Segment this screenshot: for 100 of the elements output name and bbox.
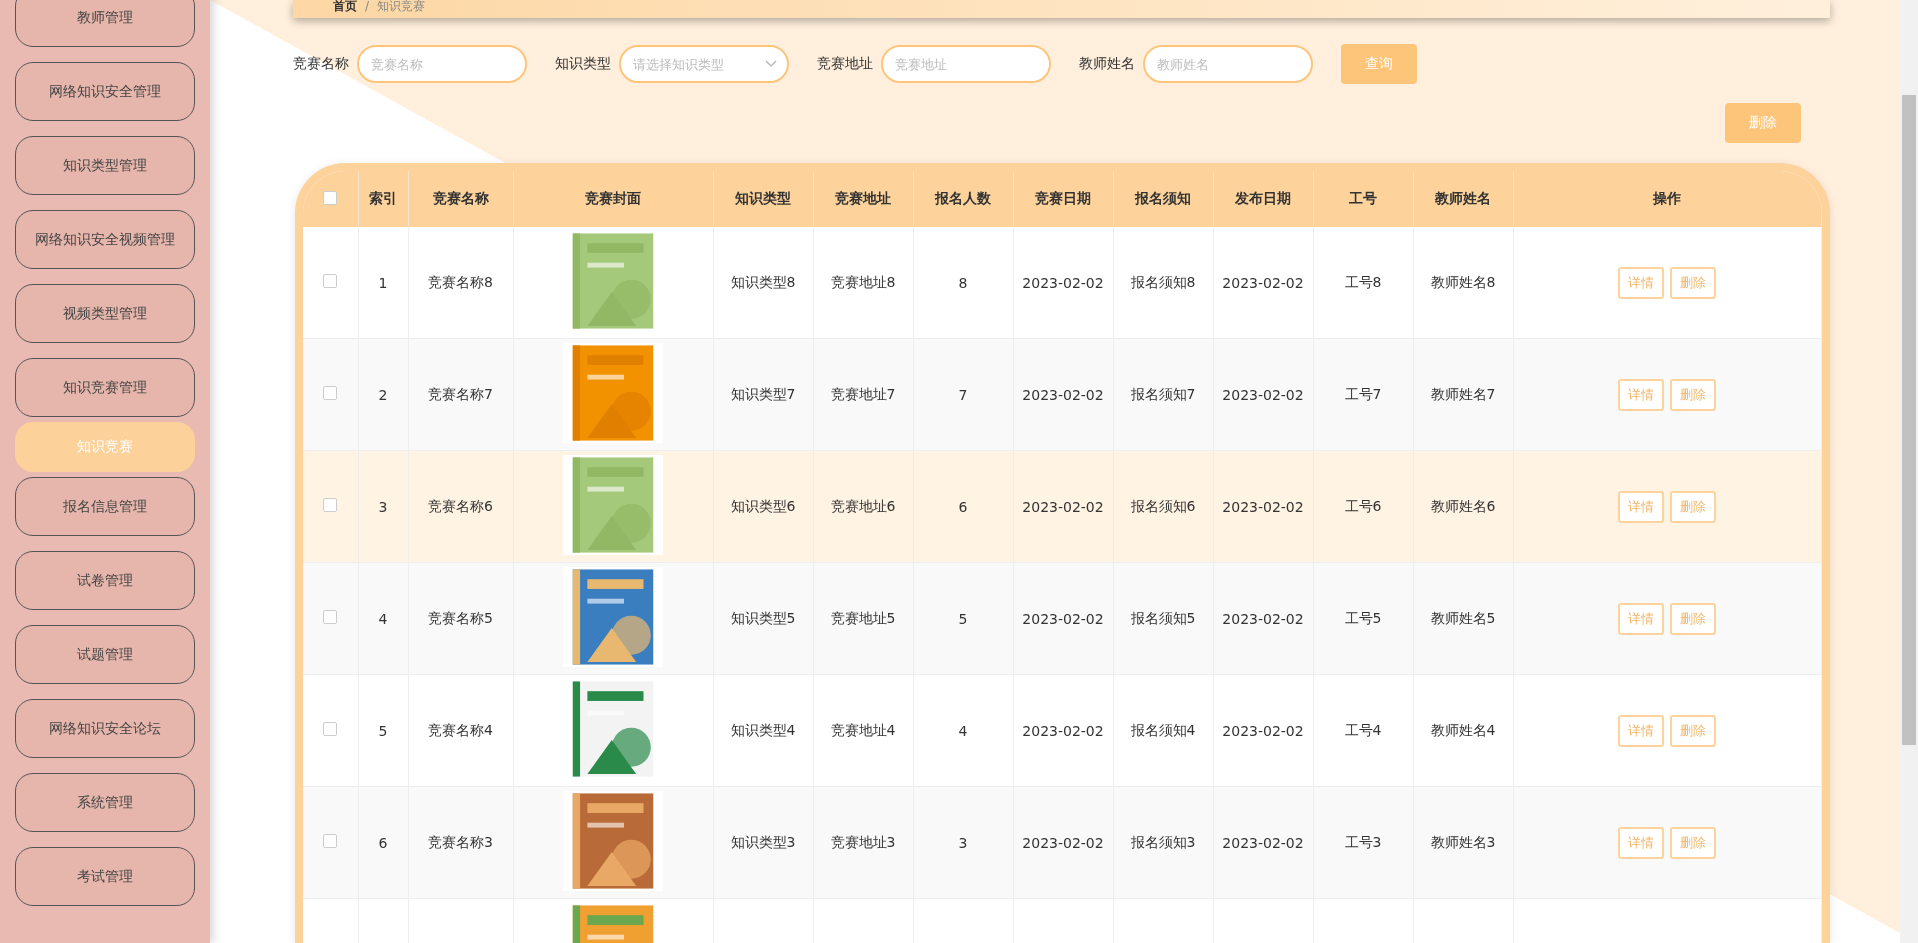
table-cell: 竞赛名称7 [428, 385, 493, 402]
table-cell: 4 [378, 610, 388, 627]
search-field[interactable]: 教师姓名 [1143, 45, 1313, 84]
table-cell: 知识类型5 [730, 609, 796, 626]
checkbox[interactable] [323, 834, 338, 849]
sidebar-item[interactable]: 知识类型管理 [15, 136, 195, 195]
details-button[interactable]: 详情 [1618, 490, 1665, 523]
table-cell: 竞赛名称6 [428, 497, 493, 514]
table-cell: 2023-02-02 [1222, 834, 1304, 851]
table-cell: 报名须知5 [1130, 609, 1196, 626]
details-button[interactable]: 详情 [1618, 602, 1665, 635]
details-button[interactable]: 详情 [1618, 714, 1665, 747]
table-cell: 教师姓名5 [1430, 609, 1496, 626]
details-button[interactable]: 详情 [1618, 826, 1665, 859]
sidebar-item[interactable]: 网络知识安全管理 [15, 62, 195, 121]
table-cell: 知识类型6 [730, 497, 796, 514]
scrollbar[interactable] [1900, 0, 1918, 943]
table-cell: 竞赛地址6 [830, 497, 896, 514]
sidebar-item[interactable]: 报名信息管理 [15, 477, 195, 536]
table-cell: 工号5 [1344, 609, 1382, 626]
table-cell: 竞赛名称3 [428, 833, 493, 850]
table-cell: 竞赛地址3 [830, 833, 896, 850]
table-cell: 5 [958, 610, 968, 627]
table-cell: 2023-02-02 [1022, 610, 1104, 627]
table-cell: 2 [378, 386, 388, 403]
details-button[interactable]: 详情 [1618, 378, 1665, 411]
table-cell: 竞赛地址5 [830, 609, 896, 626]
column-header: 操作 [1513, 171, 1822, 228]
search-field[interactable]: 竞赛名称 [357, 45, 527, 84]
search-field[interactable]: 竞赛地址 [881, 45, 1051, 84]
sidebar-item[interactable]: 系统管理 [15, 773, 195, 832]
details-button[interactable]: 详情 [1618, 266, 1665, 299]
table-cell: 2023-02-02 [1222, 386, 1304, 403]
table-cell: 6 [958, 498, 968, 515]
table-cell: 知识类型8 [730, 273, 796, 290]
table-cell: 工号8 [1344, 273, 1382, 290]
column-header: 竞赛地址 [813, 171, 913, 228]
delete-button[interactable]: 删除 [1725, 103, 1801, 144]
sidebar-item[interactable]: 网络知识安全视频管理 [15, 210, 195, 269]
field-label: 知识类型 [555, 55, 611, 74]
sidebar-item[interactable]: 知识竞赛 [15, 422, 195, 472]
table-cell: 5 [378, 722, 388, 739]
table-cell: 2023-02-02 [1222, 722, 1304, 739]
column-header: 竞赛名称 [408, 171, 513, 228]
sidebar-item[interactable]: 试题管理 [15, 625, 195, 684]
table-cell: 竞赛地址4 [830, 721, 896, 738]
table-cell: 2023-02-02 [1222, 498, 1304, 515]
breadcrumb-link[interactable]: 知识竞赛 [377, 0, 426, 12]
table-cell: 竞赛名称4 [428, 721, 493, 738]
delete-button[interactable]: 删除 [1670, 826, 1717, 859]
column-header: 索引 [358, 171, 408, 228]
table-cell: 工号3 [1344, 833, 1382, 850]
field-label: 竞赛名称 [293, 55, 349, 74]
table-cell: 知识类型4 [730, 721, 796, 738]
table-cell: 3 [378, 498, 388, 515]
checkbox[interactable] [323, 722, 338, 737]
table-cell: 2023-02-02 [1022, 386, 1104, 403]
table-cell: 教师姓名3 [1430, 833, 1496, 850]
delete-button[interactable]: 删除 [1670, 266, 1717, 299]
field-label: 教师姓名 [1079, 55, 1135, 74]
sidebar-item[interactable]: 视频类型管理 [15, 284, 195, 343]
column-header: 竞赛封面 [513, 171, 713, 228]
table-cell: 竞赛地址8 [830, 273, 896, 290]
checkbox[interactable] [323, 386, 338, 401]
table-cell: 8 [958, 274, 968, 291]
table-cell: 教师姓名6 [1430, 497, 1496, 514]
table-cell: 竞赛地址7 [830, 385, 896, 402]
table-cell: 报名须知3 [1130, 833, 1196, 850]
checkbox[interactable] [323, 190, 338, 205]
table-cell: 7 [958, 386, 968, 403]
table-cell: 2023-02-02 [1022, 834, 1104, 851]
sidebar-item[interactable]: 考试管理 [15, 847, 195, 906]
sidebar-item[interactable]: 网络知识安全论坛 [15, 699, 195, 758]
delete-button[interactable]: 删除 [1670, 714, 1717, 747]
delete-button[interactable]: 删除 [1670, 490, 1717, 523]
sidebar-item[interactable]: 知识竞赛管理 [15, 358, 195, 417]
column-header: 竞赛日期 [1013, 171, 1113, 228]
table-cell: 知识类型3 [730, 833, 796, 850]
delete-button[interactable]: 删除 [1670, 602, 1717, 635]
table-cell: 报名须知6 [1130, 497, 1196, 514]
column-header: 报名须知 [1113, 171, 1213, 228]
sidebar-item[interactable]: 教师管理 [15, 0, 195, 47]
table-cell: 3 [958, 834, 968, 851]
checkbox[interactable] [323, 498, 338, 513]
table-cell: 4 [958, 722, 968, 739]
breadcrumb-separator: / [365, 0, 370, 12]
search-button[interactable]: 查询 [1341, 44, 1417, 85]
table-cell: 工号7 [1344, 385, 1382, 402]
table-cell: 2023-02-02 [1022, 274, 1104, 291]
checkbox[interactable] [323, 610, 338, 625]
table-cell: 教师姓名7 [1430, 385, 1496, 402]
table-cell: 教师姓名8 [1430, 273, 1496, 290]
checkbox[interactable] [323, 274, 338, 289]
table-cell: 报名须知4 [1130, 721, 1196, 738]
sidebar-item[interactable]: 试卷管理 [15, 551, 195, 610]
delete-button[interactable]: 删除 [1670, 378, 1717, 411]
select-field[interactable]: 请选择知识类型 [619, 45, 789, 84]
table-cell: 工号4 [1344, 721, 1382, 738]
breadcrumb-link[interactable]: 首页 [333, 0, 357, 12]
table-cell: 1 [378, 274, 388, 291]
